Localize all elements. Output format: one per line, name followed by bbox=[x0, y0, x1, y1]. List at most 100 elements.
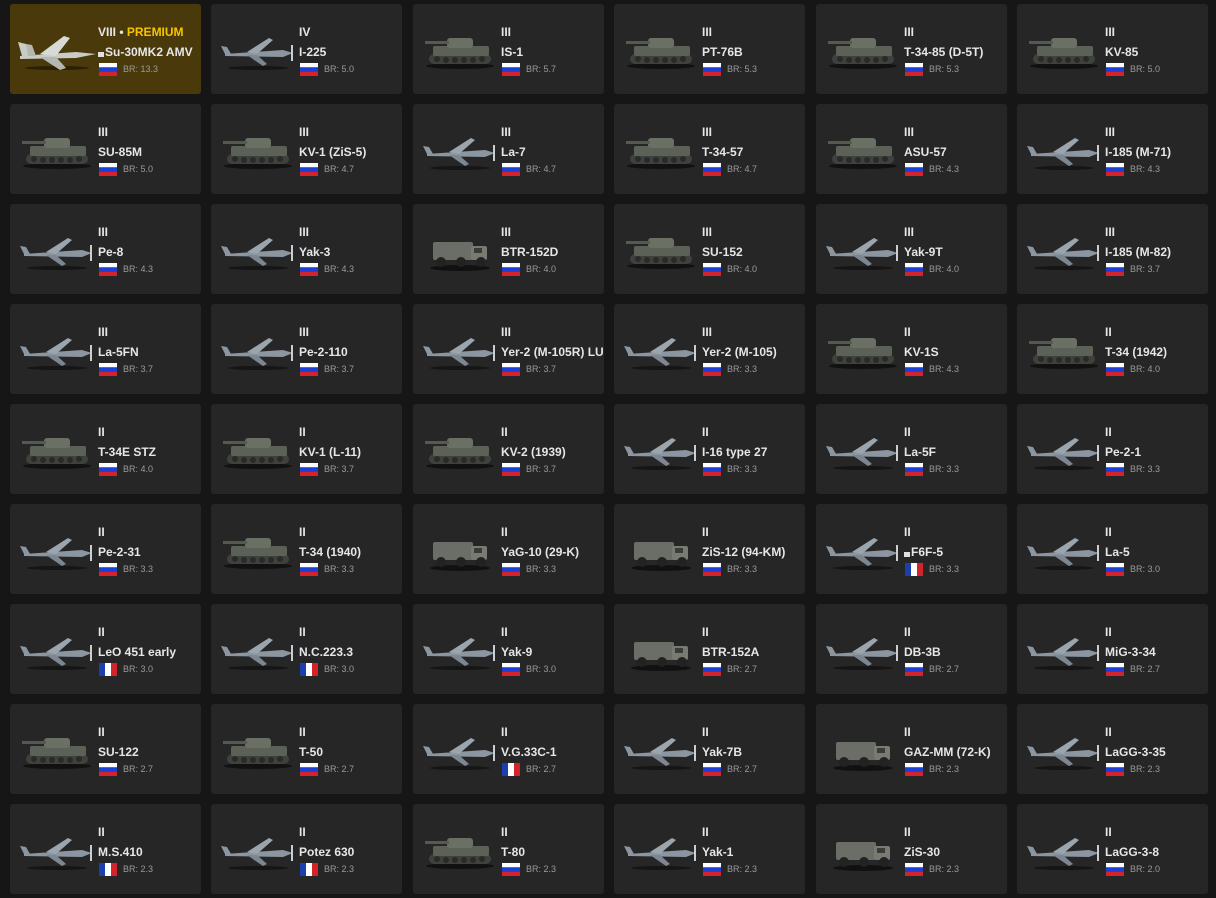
russia-flag-icon bbox=[99, 263, 117, 276]
tier-number: III bbox=[904, 125, 915, 139]
vehicle-card-kv-1-l-11[interactable]: II KV-1 (L-11) BR: 3.7 bbox=[211, 404, 402, 494]
vehicle-card-btr-152a[interactable]: II BTR-152A BR: 2.7 bbox=[614, 604, 805, 694]
vehicle-card-f6f-5[interactable]: II F6F-5 BR: 3.3 bbox=[816, 504, 1007, 594]
vehicle-card-asu-57[interactable]: III ASU-57 BR: 4.3 bbox=[816, 104, 1007, 194]
battle-rating: BR: 4.7 bbox=[324, 164, 355, 174]
tank-icon bbox=[620, 26, 702, 74]
vehicle-card-leo-451-early[interactable]: II LeO 451 early BR: 3.0 bbox=[10, 604, 201, 694]
vehicle-name: Yer-2 (M-105) bbox=[702, 345, 777, 359]
plane-icon bbox=[1023, 526, 1105, 574]
vehicle-name: Yak-7B bbox=[702, 745, 743, 759]
vehicle-card-su-152[interactable]: III SU-152 BR: 4.0 bbox=[614, 204, 805, 294]
battle-rating: BR: 4.7 bbox=[526, 164, 557, 174]
vehicle-name: SU-85M bbox=[98, 145, 143, 159]
vehicle-card-pe-2-110[interactable]: III Pe-2-110 BR: 3.7 bbox=[211, 304, 402, 394]
vehicle-card-i-16-type-27[interactable]: II I-16 type 27 BR: 3.3 bbox=[614, 404, 805, 494]
vehicle-card-gaz-mm-72-k[interactable]: II GAZ-MM (72-K) BR: 2.3 bbox=[816, 704, 1007, 794]
vehicle-name: LaGG-3-8 bbox=[1105, 845, 1160, 859]
vehicle-card-yer-2-m-105r-lu[interactable]: III Yer-2 (M-105R) LU BR: 3.7 bbox=[413, 304, 604, 394]
vehicle-card-i-185-m-82[interactable]: III I-185 (M-82) BR: 3.7 bbox=[1017, 204, 1208, 294]
vehicle-card-la-7[interactable]: III La-7 BR: 4.7 bbox=[413, 104, 604, 194]
tier-number: III bbox=[702, 325, 713, 339]
vehicle-card-t-80[interactable]: II T-80 BR: 2.3 bbox=[413, 804, 604, 894]
russia-flag-icon bbox=[703, 363, 721, 376]
vehicle-card-zis-30[interactable]: II ZiS-30 BR: 2.3 bbox=[816, 804, 1007, 894]
vehicle-card-lagg-3-35[interactable]: II LaGG-3-35 BR: 2.3 bbox=[1017, 704, 1208, 794]
vehicle-card-zis-12-94-km[interactable]: II ZiS-12 (94-KM) BR: 3.3 bbox=[614, 504, 805, 594]
vehicle-card-potez-630[interactable]: II Potez 630 BR: 2.3 bbox=[211, 804, 402, 894]
vehicle-card-t-34-1940[interactable]: II T-34 (1940) BR: 3.3 bbox=[211, 504, 402, 594]
vehicle-name: ZiS-30 bbox=[904, 845, 941, 859]
vehicle-card-la-5fn[interactable]: III La-5FN BR: 3.7 bbox=[10, 304, 201, 394]
battle-rating: BR: 4.3 bbox=[1130, 164, 1161, 174]
vehicle-card-t-34-1942[interactable]: II T-34 (1942) BR: 4.0 bbox=[1017, 304, 1208, 394]
vehicle-card-lagg-3-8[interactable]: II LaGG-3-8 BR: 2.0 bbox=[1017, 804, 1208, 894]
tier-number: III bbox=[1105, 125, 1116, 139]
vehicle-name: T-34E STZ bbox=[98, 445, 157, 459]
battle-rating: BR: 4.3 bbox=[929, 364, 960, 374]
vehicle-name: I-225 bbox=[299, 45, 327, 59]
vehicle-card-kv-1s[interactable]: II KV-1S BR: 4.3 bbox=[816, 304, 1007, 394]
vehicle-card-kv-85[interactable]: III KV-85 BR: 5.0 bbox=[1017, 4, 1208, 94]
vehicle-tier: II bbox=[1105, 725, 1112, 739]
vehicle-tier: II bbox=[501, 825, 508, 839]
vehicle-card-pe-8[interactable]: III Pe-8 BR: 4.3 bbox=[10, 204, 201, 294]
vehicle-card-la-5f[interactable]: II La-5F BR: 3.3 bbox=[816, 404, 1007, 494]
vehicle-tier: II bbox=[98, 825, 105, 839]
vehicle-card-mig-3-34[interactable]: II MiG-3-34 BR: 2.7 bbox=[1017, 604, 1208, 694]
battle-rating: BR: 5.3 bbox=[929, 64, 960, 74]
vehicle-card-btr-152d[interactable]: III BTR-152D BR: 4.0 bbox=[413, 204, 604, 294]
vehicle-tier: II bbox=[501, 525, 508, 539]
vehicle-tier: II bbox=[702, 725, 709, 739]
vehicle-card-i-185-m-71[interactable]: III I-185 (M-71) BR: 4.3 bbox=[1017, 104, 1208, 194]
russia-flag-icon bbox=[703, 863, 721, 876]
vehicle-name: T-34 (1942) bbox=[1105, 345, 1168, 359]
vehicle-card-su-122[interactable]: II SU-122 BR: 2.7 bbox=[10, 704, 201, 794]
vehicle-card-yak-7b[interactable]: II Yak-7B BR: 2.7 bbox=[614, 704, 805, 794]
vehicle-card-kv-1-zis-5[interactable]: III KV-1 (ZiS-5) BR: 4.7 bbox=[211, 104, 402, 194]
tier-number: II bbox=[501, 425, 508, 439]
russia-flag-icon bbox=[300, 63, 318, 76]
vehicle-tier: III bbox=[501, 225, 511, 239]
vehicle-card-db-3b[interactable]: II DB-3B BR: 2.7 bbox=[816, 604, 1007, 694]
vehicle-card-m-s-410[interactable]: II M.S.410 BR: 2.3 bbox=[10, 804, 201, 894]
vehicle-card-v-g-33c-1[interactable]: II V.G.33C-1 BR: 2.7 bbox=[413, 704, 604, 794]
vehicle-card-i-225[interactable]: IV I-225 BR: 5.0 bbox=[211, 4, 402, 94]
vehicle-tier: III bbox=[702, 25, 712, 39]
tier-number: II bbox=[1105, 525, 1112, 539]
plane-icon bbox=[1023, 126, 1105, 174]
vehicle-card-yag-10-29-k[interactable]: II YaG-10 (29-K) BR: 3.3 bbox=[413, 504, 604, 594]
vehicle-tier: III bbox=[299, 125, 309, 139]
plane-icon bbox=[419, 326, 501, 374]
tier-number: III bbox=[904, 225, 915, 239]
vehicle-card-la-5[interactable]: II La-5 BR: 3.0 bbox=[1017, 504, 1208, 594]
vehicle-tier: II bbox=[299, 725, 306, 739]
vehicle-card-t-50[interactable]: II T-50 BR: 2.7 bbox=[211, 704, 402, 794]
russia-flag-icon bbox=[300, 463, 318, 476]
tier-number: II bbox=[98, 425, 105, 439]
vehicle-card-yak-3[interactable]: III Yak-3 BR: 4.3 bbox=[211, 204, 402, 294]
vehicle-card-su-30mk2-amv[interactable]: VIII • PREMIUM Su-30MK2 AMV BR: 13.3 bbox=[10, 4, 201, 94]
vehicle-card-t-34-85-d-5t[interactable]: III T-34-85 (D-5T) BR: 5.3 bbox=[816, 4, 1007, 94]
vehicle-card-t-34-57[interactable]: III T-34-57 BR: 4.7 bbox=[614, 104, 805, 194]
tier-number: II bbox=[501, 625, 508, 639]
plane-icon bbox=[419, 626, 501, 674]
vehicle-card-su-85m[interactable]: III SU-85M BR: 5.0 bbox=[10, 104, 201, 194]
vehicle-card-pt-76b[interactable]: III PT-76B BR: 5.3 bbox=[614, 4, 805, 94]
vehicle-card-yak-9[interactable]: II Yak-9 BR: 3.0 bbox=[413, 604, 604, 694]
vehicle-card-pe-2-31[interactable]: II Pe-2-31 BR: 3.3 bbox=[10, 504, 201, 594]
vehicle-card-pe-2-1[interactable]: II Pe-2-1 BR: 3.3 bbox=[1017, 404, 1208, 494]
vehicle-card-is-1[interactable]: III IS-1 BR: 5.7 bbox=[413, 4, 604, 94]
vehicle-card-yak-9t[interactable]: III Yak-9T BR: 4.0 bbox=[816, 204, 1007, 294]
vehicle-card-yak-1[interactable]: II Yak-1 BR: 2.3 bbox=[614, 804, 805, 894]
tier-number: II bbox=[904, 625, 911, 639]
tier-number: II bbox=[501, 525, 508, 539]
vehicle-card-kv-2-1939[interactable]: II KV-2 (1939) BR: 3.7 bbox=[413, 404, 604, 494]
battle-rating: BR: 2.3 bbox=[526, 864, 557, 874]
vehicle-card-t-34e-stz[interactable]: II T-34E STZ BR: 4.0 bbox=[10, 404, 201, 494]
vehicle-card-n-c-223-3[interactable]: II N.C.223.3 BR: 3.0 bbox=[211, 604, 402, 694]
russia-flag-icon bbox=[300, 563, 318, 576]
vehicle-card-yer-2-m-105[interactable]: III Yer-2 (M-105) BR: 3.3 bbox=[614, 304, 805, 394]
plane-icon bbox=[16, 526, 98, 574]
vehicle-tier: III bbox=[904, 25, 914, 39]
